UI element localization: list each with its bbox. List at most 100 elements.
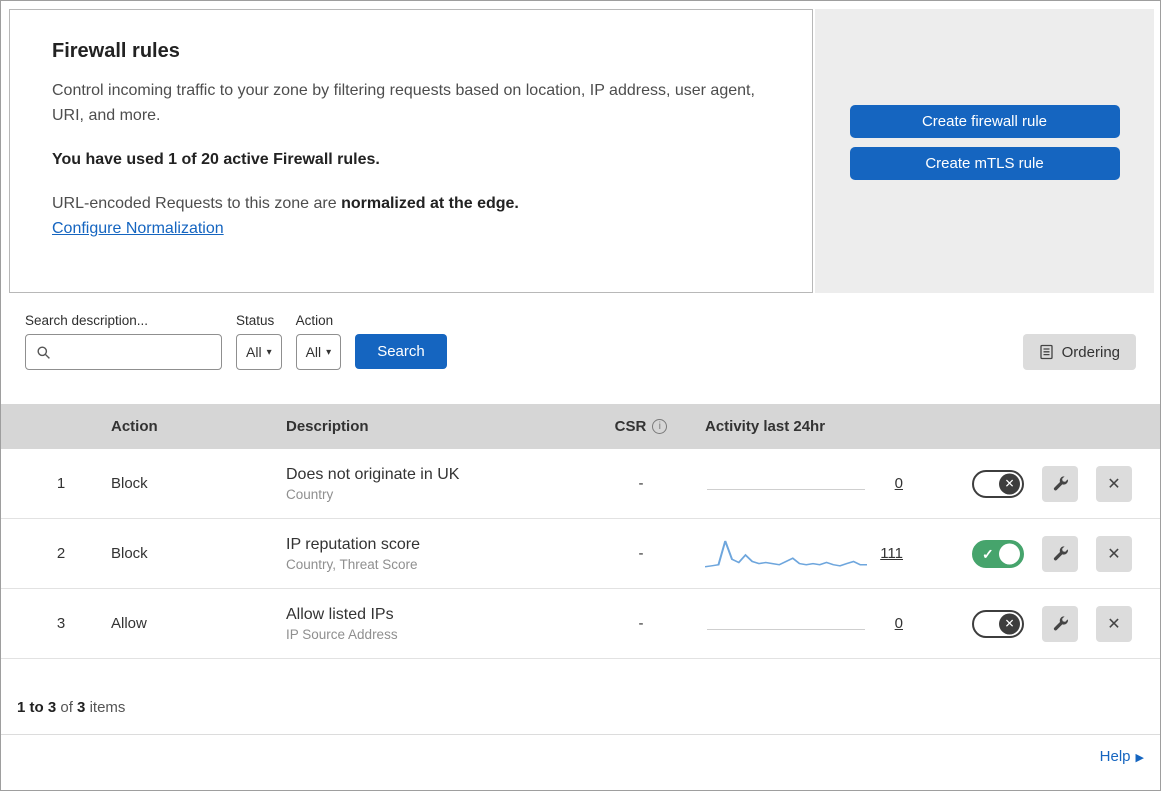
description-column-header: Description: [286, 418, 369, 435]
filters-toolbar: Search description... Status All ▾ Actio…: [1, 293, 1160, 404]
toggle-knob: ✕: [999, 543, 1020, 564]
csr-header-label: CSR: [614, 418, 647, 435]
edit-rule-button[interactable]: [1042, 605, 1078, 642]
close-icon: ✕: [1107, 545, 1121, 563]
create-firewall-rule-button[interactable]: Create firewall rule: [849, 105, 1120, 138]
wrench-icon: [1053, 476, 1068, 491]
rule-activity-cell: 111: [691, 537, 921, 571]
rule-controls: ✓ ✕ ✕: [921, 605, 1160, 642]
close-icon: ✕: [1107, 615, 1121, 633]
edit-rule-button[interactable]: [1042, 535, 1078, 572]
rule-criteria: Country: [286, 486, 334, 502]
configure-normalization-link[interactable]: Configure Normalization: [52, 220, 224, 238]
search-icon: [37, 345, 50, 359]
activity-sparkline: [705, 540, 867, 568]
info-icon[interactable]: i: [652, 419, 668, 434]
rule-csr-value: -: [638, 615, 644, 632]
rule-controls: ✓ ✕ ✕: [921, 535, 1160, 572]
rule-priority: 3: [56, 615, 66, 632]
filter-group: Search description... Status All ▾ Actio…: [25, 313, 447, 370]
table-row: 1 Block Does not originate in UK Country…: [1, 449, 1160, 519]
pagination-of: of: [60, 699, 73, 716]
wrench-icon: [1053, 546, 1068, 561]
chevron-down-icon: ▾: [326, 346, 332, 358]
action-filter-field: Action All ▾: [295, 313, 342, 370]
help-link-label: Help: [1099, 748, 1131, 765]
activity-flatline: [705, 467, 867, 501]
rule-enabled-toggle[interactable]: ✓ ✕: [972, 469, 1024, 498]
delete-rule-button[interactable]: ✕: [1096, 605, 1132, 642]
rules-table: Action Description CSR i Activity last 24…: [1, 404, 1160, 779]
normalization-note: URL-encoded Requests to this zone are no…: [52, 195, 770, 213]
action-filter-label: Action: [295, 313, 334, 328]
rule-enabled-toggle[interactable]: ✓ ✕: [972, 609, 1024, 638]
help-arrow-icon: ▶: [1135, 752, 1144, 764]
rule-description-cell: Allow listed IPs IP Source Address: [271, 606, 591, 642]
page-title: Firewall rules: [52, 40, 180, 62]
check-icon: ✓: [982, 545, 994, 562]
pagination-summary: 1 to 3 of 3 items: [1, 659, 1160, 735]
rule-action: Allow: [111, 615, 147, 632]
firewall-rules-page: Firewall rules Control incoming traffic …: [0, 0, 1161, 791]
pagination-range: 1 to 3: [17, 699, 57, 716]
rule-priority: 1: [56, 475, 66, 492]
rule-action: Block: [111, 545, 148, 562]
rule-description: IP reputation score: [286, 535, 421, 553]
ordering-button-label: Ordering: [1061, 343, 1120, 361]
chevron-down-icon: ▾: [266, 346, 272, 358]
table-row: 3 Allow Allow listed IPs IP Source Addre…: [1, 589, 1160, 659]
rule-criteria: IP Source Address: [286, 626, 398, 642]
activity-flatline: [705, 607, 867, 641]
rule-description-cell: Does not originate in UK Country: [271, 466, 591, 502]
action-filter-dropdown[interactable]: All ▾: [295, 334, 342, 370]
cta-panel: Create firewall rule Create mTLS rule: [815, 9, 1154, 293]
rule-description: Does not originate in UK: [286, 465, 460, 483]
rule-priority: 2: [56, 545, 66, 562]
action-filter-value: All: [305, 344, 322, 360]
toggle-knob: ✕: [999, 473, 1020, 494]
rule-activity-cell: 0: [691, 467, 921, 501]
rule-activity-cell: 0: [691, 607, 921, 641]
activity-column-header: Activity last 24hr: [705, 418, 826, 435]
status-filter-label: Status: [236, 313, 275, 328]
edit-rule-button[interactable]: [1042, 465, 1078, 502]
status-filter-value: All: [246, 344, 262, 360]
action-column-header: Action: [111, 418, 158, 435]
delete-rule-button[interactable]: ✕: [1096, 535, 1132, 572]
close-icon: ✕: [1107, 475, 1121, 493]
search-input[interactable]: [59, 343, 211, 361]
pagination-items: items: [89, 699, 126, 716]
activity-count-link[interactable]: 0: [877, 475, 903, 492]
intro-card: Firewall rules Control incoming traffic …: [9, 9, 813, 293]
search-description-label: Search description...: [25, 313, 149, 328]
ordering-button[interactable]: Ordering: [1022, 334, 1136, 370]
normalization-note-text: URL-encoded Requests to this zone are: [52, 194, 337, 212]
activity-count-link[interactable]: 0: [877, 615, 903, 632]
x-icon: ✕: [1004, 616, 1015, 631]
rule-action: Block: [111, 475, 148, 492]
toggle-knob: ✕: [999, 613, 1020, 634]
pagination-total: 3: [77, 699, 86, 716]
page-description: Control incoming traffic to your zone by…: [52, 82, 755, 124]
search-box: [25, 334, 222, 370]
table-header-row: Action Description CSR i Activity last 24…: [1, 404, 1160, 449]
x-icon: ✕: [1004, 476, 1015, 491]
delete-rule-button[interactable]: ✕: [1096, 465, 1132, 502]
rule-enabled-toggle[interactable]: ✓ ✕: [972, 539, 1024, 568]
top-section: Firewall rules Control incoming traffic …: [1, 1, 1160, 293]
ordering-list-icon: [1039, 344, 1053, 360]
rule-description-cell: IP reputation score Country, Threat Scor…: [271, 536, 591, 572]
rule-csr-value: -: [638, 545, 644, 562]
help-link[interactable]: Help ▶: [1100, 748, 1144, 765]
rule-controls: ✓ ✕ ✕: [921, 465, 1160, 502]
status-filter-dropdown[interactable]: All ▾: [236, 334, 282, 370]
activity-count-link[interactable]: 111: [877, 545, 903, 562]
search-button[interactable]: Search: [355, 334, 447, 369]
csr-column-header: CSR i: [591, 418, 691, 435]
status-filter-field: Status All ▾: [236, 313, 282, 370]
create-mtls-rule-button[interactable]: Create mTLS rule: [849, 147, 1120, 180]
help-bar: Help ▶: [1, 735, 1160, 779]
rule-csr-value: -: [638, 475, 644, 492]
wrench-icon: [1053, 616, 1068, 631]
table-row: 2 Block IP reputation score Country, Thr…: [1, 519, 1160, 589]
